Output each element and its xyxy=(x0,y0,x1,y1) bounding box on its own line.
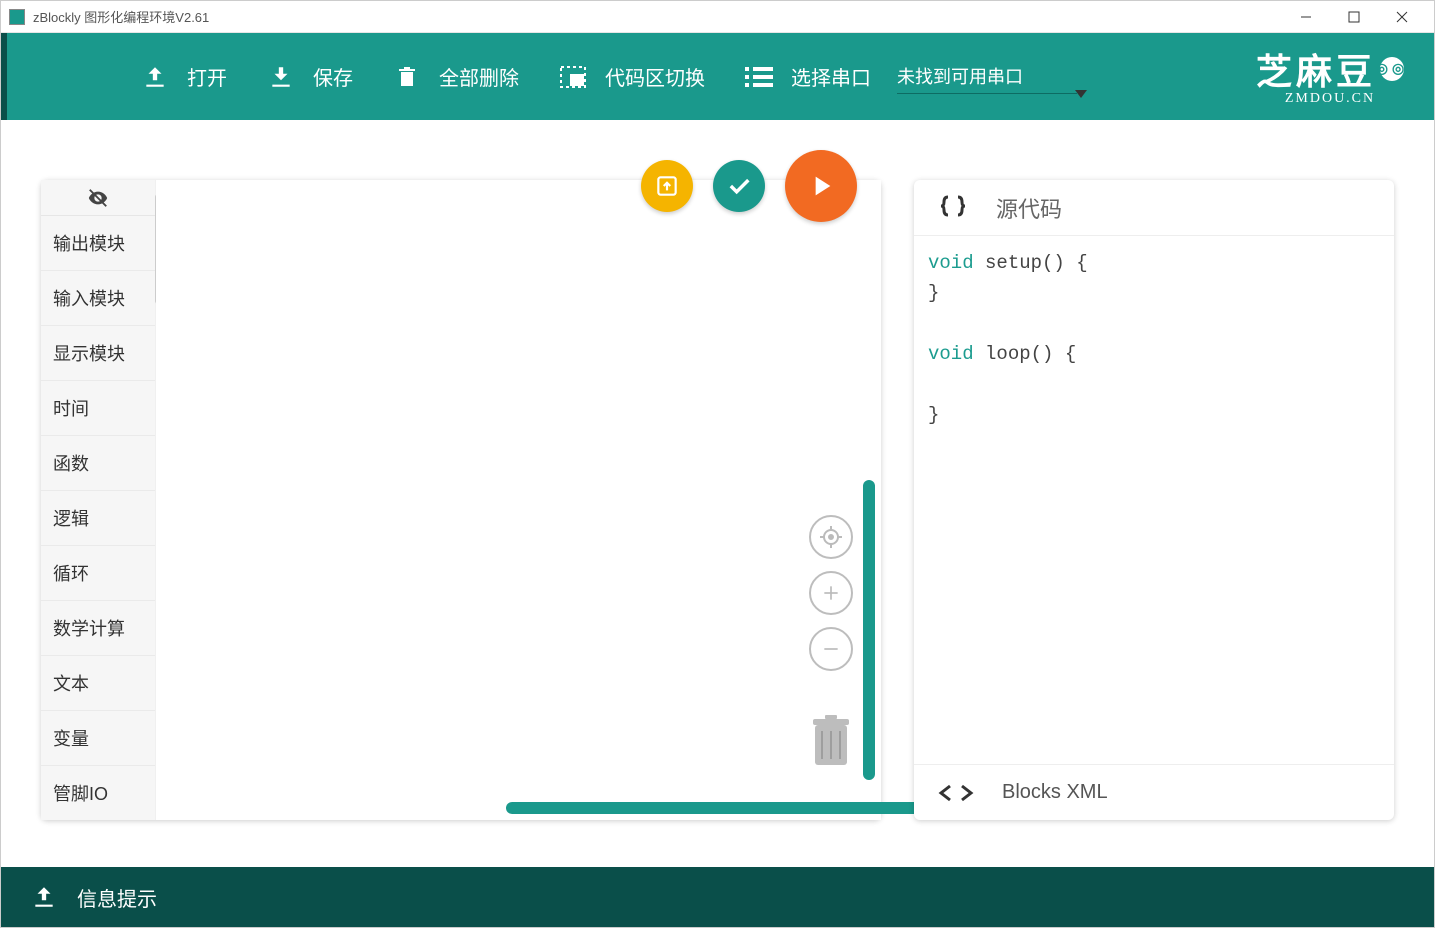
save-button[interactable]: 保存 xyxy=(267,62,353,91)
category-item[interactable]: 函数 xyxy=(41,436,155,491)
zoom-in-button[interactable] xyxy=(809,571,853,615)
footer-label: 信息提示 xyxy=(77,883,157,912)
category-item[interactable]: 显示模块 xyxy=(41,326,155,381)
category-item[interactable]: 输出模块 xyxy=(41,216,155,271)
angle-brackets-icon xyxy=(938,783,974,803)
upload-button[interactable] xyxy=(641,160,693,212)
verify-button[interactable] xyxy=(713,160,765,212)
toggle-code-label: 代码区切换 xyxy=(605,62,705,91)
upload-icon xyxy=(141,63,169,91)
close-icon xyxy=(1396,11,1408,23)
category-header[interactable] xyxy=(41,180,155,216)
code-pane: 源代码 void setup() { } void loop() { } Blo… xyxy=(914,180,1394,820)
brand-logo: 芝麻豆 ◎◎ ZMDOU.CN xyxy=(1256,43,1404,107)
code-body[interactable]: void setup() { } void loop() { } xyxy=(914,236,1394,764)
app-window: zBlockly 图形化编程环境V2.61 打开 保存 xyxy=(0,0,1435,928)
workspace-pane: 输出模块 输入模块 显示模块 时间 函数 逻辑 循环 数学计算 文本 变量 管脚… xyxy=(41,180,881,820)
xml-footer[interactable]: Blocks XML xyxy=(914,764,1394,820)
open-button[interactable]: 打开 xyxy=(141,62,227,91)
run-button[interactable] xyxy=(785,150,857,222)
category-item[interactable]: 逻辑 xyxy=(41,491,155,546)
open-label: 打开 xyxy=(187,62,227,91)
workspace-trash[interactable] xyxy=(809,713,853,767)
window-controls xyxy=(1282,1,1426,33)
chevron-down-icon xyxy=(1075,90,1087,98)
maximize-icon xyxy=(1348,11,1360,23)
check-icon xyxy=(725,172,753,200)
app-icon xyxy=(9,9,25,25)
minimize-icon xyxy=(1300,11,1312,23)
category-item[interactable]: 变量 xyxy=(41,711,155,766)
minus-icon xyxy=(821,639,841,659)
toolbar-stripe xyxy=(1,33,7,120)
code-title: 源代码 xyxy=(996,192,1062,224)
play-icon xyxy=(805,170,837,202)
select-port-dropdown[interactable]: 选择串口 未找到可用串口 xyxy=(745,59,1077,94)
minimize-button[interactable] xyxy=(1282,1,1330,33)
action-buttons xyxy=(641,150,857,222)
download-icon xyxy=(267,63,295,91)
save-label: 保存 xyxy=(313,62,353,91)
category-scroll: 输出模块 输入模块 显示模块 时间 函数 逻辑 循环 数学计算 文本 变量 管脚… xyxy=(41,216,155,820)
workspace-vscroll[interactable] xyxy=(863,480,875,780)
upload-to-board-icon xyxy=(654,173,680,199)
eye-off-icon xyxy=(84,187,112,209)
logo-eye-icon: ◎◎ xyxy=(1380,57,1404,81)
category-item[interactable]: 时间 xyxy=(41,381,155,436)
select-port-label: 选择串口 xyxy=(791,62,871,91)
blockly-workspace[interactable] xyxy=(156,180,881,820)
body: 输出模块 输入模块 显示模块 时间 函数 逻辑 循环 数学计算 文本 变量 管脚… xyxy=(1,120,1434,867)
category-item[interactable]: 数学计算 xyxy=(41,601,155,656)
logo-text: 芝麻豆 xyxy=(1256,43,1376,95)
close-button[interactable] xyxy=(1378,1,1426,33)
trash-icon xyxy=(393,63,421,91)
trashcan-icon xyxy=(809,713,853,767)
category-item[interactable]: 输入模块 xyxy=(41,271,155,326)
category-item[interactable]: 管脚IO xyxy=(41,766,155,820)
upload-icon xyxy=(31,884,57,910)
delete-all-button[interactable]: 全部删除 xyxy=(393,62,519,91)
list-icon xyxy=(745,63,773,91)
workspace-controls xyxy=(809,515,853,767)
center-button[interactable] xyxy=(809,515,853,559)
category-item[interactable]: 循环 xyxy=(41,546,155,601)
target-icon xyxy=(819,525,843,549)
braces-icon xyxy=(938,194,968,222)
maximize-button[interactable] xyxy=(1330,1,1378,33)
xml-title: Blocks XML xyxy=(1002,781,1108,804)
delete-all-label: 全部删除 xyxy=(439,62,519,91)
port-placeholder: 未找到可用串口 xyxy=(897,59,1077,93)
plus-icon xyxy=(821,583,841,603)
window-title: zBlockly 图形化编程环境V2.61 xyxy=(33,7,209,26)
code-toggle-icon xyxy=(559,63,587,91)
port-select-box[interactable]: 未找到可用串口 xyxy=(897,59,1077,94)
category-list: 输出模块 输入模块 显示模块 时间 函数 逻辑 循环 数学计算 文本 变量 管脚… xyxy=(41,180,156,820)
code-header[interactable]: 源代码 xyxy=(914,180,1394,236)
toolbar: 打开 保存 全部删除 代码区切换 选择串口 未找到可用串口 xyxy=(1,33,1434,120)
toggle-code-button[interactable]: 代码区切换 xyxy=(559,62,705,91)
category-item[interactable]: 文本 xyxy=(41,656,155,711)
footer: 信息提示 xyxy=(1,867,1434,927)
titlebar: zBlockly 图形化编程环境V2.61 xyxy=(1,1,1434,33)
zoom-out-button[interactable] xyxy=(809,627,853,671)
